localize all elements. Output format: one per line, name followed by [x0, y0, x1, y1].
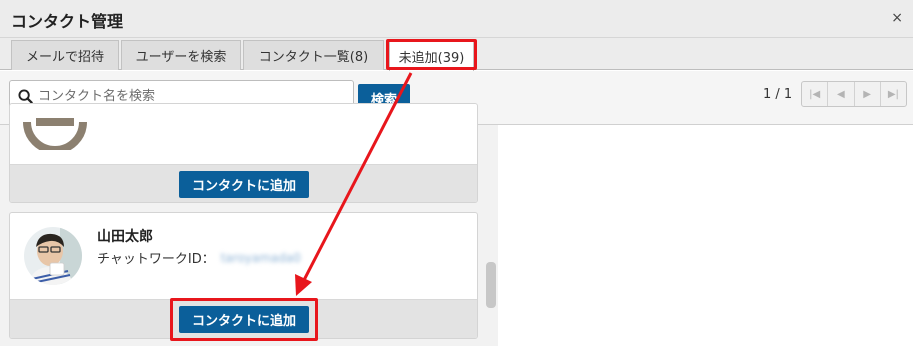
page-indicator: 1 / 1 [763, 87, 793, 102]
scrollbar-track [484, 125, 498, 346]
first-page-button[interactable]: |◀ [802, 82, 829, 106]
avatar [24, 227, 82, 285]
tab-search-users[interactable]: ユーザーを検索 [121, 40, 241, 70]
card-footer: コンタクトに追加 [10, 299, 477, 338]
pager-controls: |◀ ◀ ▶ ▶| [801, 81, 907, 107]
next-page-button[interactable]: ▶ [855, 82, 881, 106]
contact-card: 山田太郎 チャットワークID： taroyamada0 コンタクトに追加 [9, 212, 478, 339]
contact-name: 山田太郎 [97, 229, 153, 245]
detail-panel [499, 125, 913, 346]
prev-page-button[interactable]: ◀ [828, 82, 855, 106]
tab-not-added[interactable]: 未追加(39) [389, 40, 474, 71]
avatar [22, 104, 88, 154]
tab-contact-list[interactable]: コンタクト一覧(8) [243, 40, 384, 70]
close-icon[interactable]: × [891, 9, 903, 27]
contact-card: コンタクトに追加 [9, 103, 478, 203]
scrollbar-thumb[interactable] [486, 262, 496, 308]
tab-invite-by-email[interactable]: メールで招待 [11, 40, 119, 70]
chatwork-id-value: taroyamada0 [220, 250, 301, 265]
title-bar: コンタクト管理 × [0, 0, 913, 38]
dialog-title: コンタクト管理 [11, 12, 124, 31]
add-contact-button[interactable]: コンタクトに追加 [179, 306, 309, 333]
card-footer: コンタクトに追加 [10, 164, 477, 202]
chatwork-id-label: チャットワークID： [97, 252, 215, 267]
tab-bar: メールで招待 ユーザーを検索 コンタクト一覧(8) 未追加(39) [0, 38, 913, 71]
add-contact-button[interactable]: コンタクトに追加 [179, 171, 309, 198]
chatwork-id: チャットワークID： taroyamada0 [97, 248, 301, 268]
last-page-button[interactable]: ▶| [881, 82, 906, 106]
